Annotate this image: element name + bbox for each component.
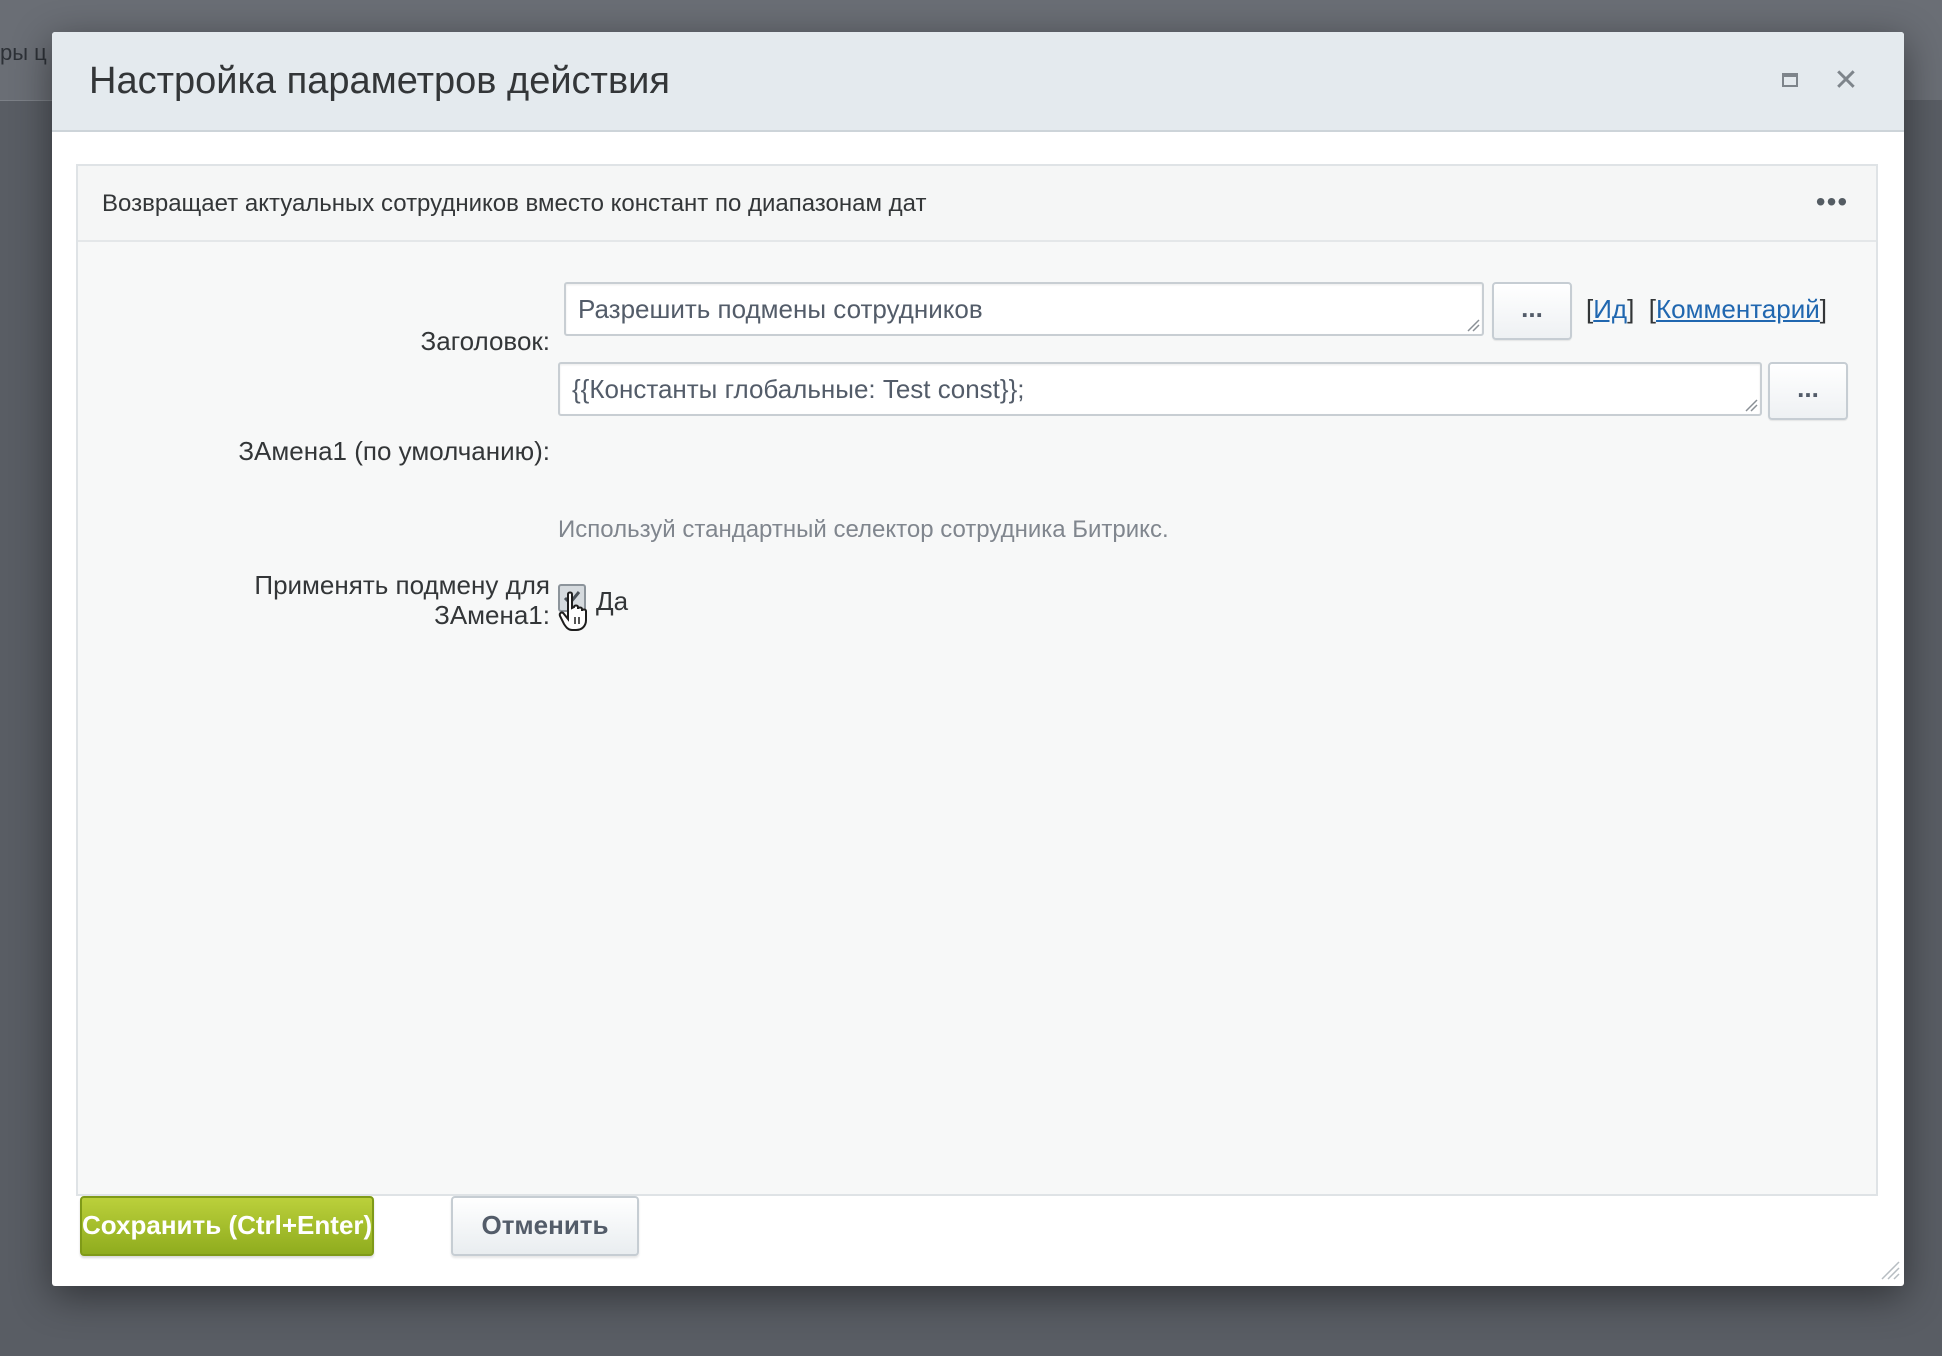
- settings-panel: Возвращает актуальных сотрудников вместо…: [76, 164, 1878, 1196]
- apply-checkbox-label[interactable]: Да: [596, 586, 628, 617]
- bracket-close: ]: [1819, 294, 1828, 324]
- dialog-resize-grip-icon[interactable]: [1878, 1258, 1900, 1280]
- dialog-header: Настройка параметров действия ✕: [52, 32, 1904, 132]
- save-button[interactable]: Сохранить (Ctrl+Enter): [80, 1196, 374, 1256]
- replacement-field-label: ЗАмена1 (по умолчанию):: [238, 436, 550, 466]
- title-insert-button[interactable]: ...: [1492, 282, 1572, 340]
- title-field-label: Заголовок:: [420, 326, 550, 356]
- background-partial-text: ры ц: [0, 40, 47, 65]
- comment-link[interactable]: Комментарий: [1656, 294, 1820, 324]
- replacement-input[interactable]: [558, 362, 1762, 416]
- replacement-insert-button[interactable]: ...: [1768, 362, 1848, 420]
- bracket-close: ]: [1627, 294, 1635, 324]
- title-links: [Ид] [Комментарий]: [1586, 294, 1827, 324]
- cancel-button[interactable]: Отменить: [451, 1196, 639, 1256]
- close-icon[interactable]: ✕: [1828, 62, 1864, 98]
- id-link[interactable]: Ид: [1593, 294, 1627, 324]
- more-options-icon[interactable]: •••: [1812, 184, 1852, 220]
- apply-field-label-line1: Применять подмену для: [254, 570, 550, 600]
- action-description: Возвращает актуальных сотрудников вместо…: [102, 190, 927, 217]
- maximize-icon[interactable]: [1772, 62, 1808, 98]
- panel-header: Возвращает актуальных сотрудников вместо…: [78, 166, 1876, 242]
- bracket-open: [: [1648, 294, 1657, 324]
- checkmark-icon: [563, 591, 581, 606]
- title-input[interactable]: [564, 282, 1484, 336]
- apply-checkbox[interactable]: [558, 584, 586, 612]
- action-settings-dialog: Настройка параметров действия ✕ Возвраща…: [52, 32, 1904, 1286]
- dialog-title: Настройка параметров действия: [89, 60, 670, 102]
- background-divider: [0, 100, 60, 101]
- apply-field-label-line2: ЗАмена1:: [434, 600, 550, 630]
- replacement-hint: Используй стандартный селектор сотрудник…: [558, 516, 1169, 543]
